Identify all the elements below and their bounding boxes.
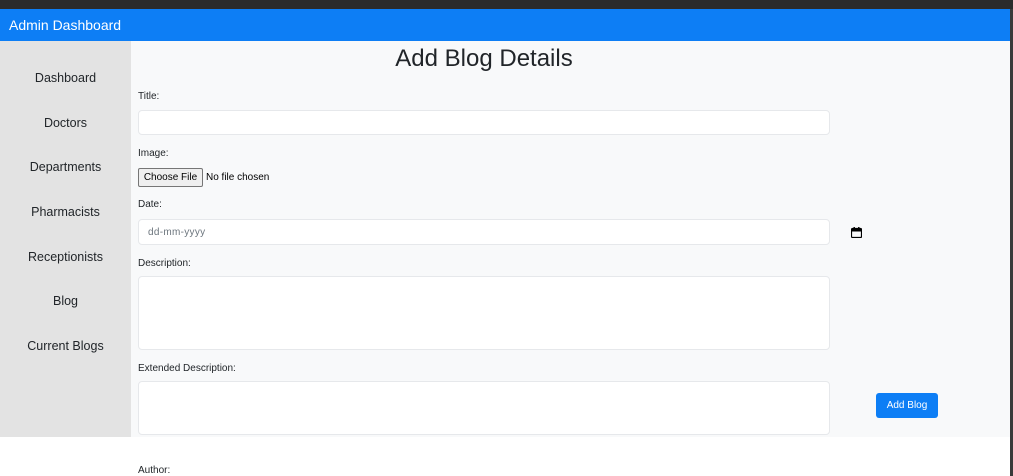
page-title: Add Blog Details (395, 45, 573, 72)
image-label: Image: (138, 148, 169, 159)
calendar-icon[interactable] (851, 227, 862, 238)
date-label: Date: (138, 199, 162, 210)
add-blog-button[interactable]: Add Blog (876, 393, 938, 418)
title-input[interactable] (138, 110, 830, 135)
sidebar-item-departments[interactable]: Departments (0, 160, 131, 174)
window-top-strip (0, 0, 1013, 9)
sidebar-item-current-blogs[interactable]: Current Blogs (0, 339, 131, 353)
date-input[interactable]: dd-mm-yyyy (138, 219, 830, 245)
sidebar-nav: Dashboard Doctors Departments Pharmacist… (0, 41, 131, 437)
sidebar-item-pharmacists[interactable]: Pharmacists (0, 205, 131, 219)
extended-description-textarea[interactable] (138, 381, 830, 435)
date-placeholder: dd-mm-yyyy (148, 227, 206, 238)
sidebar-item-receptionists[interactable]: Receptionists (0, 250, 131, 264)
sidebar-item-doctors[interactable]: Doctors (0, 116, 131, 130)
description-label: Description: (138, 258, 191, 269)
choose-file-button[interactable]: Choose File (138, 168, 203, 187)
sidebar-item-dashboard[interactable]: Dashboard (0, 71, 131, 85)
extended-description-label: Extended Description: (138, 363, 236, 374)
title-label: Title: (138, 91, 160, 102)
description-textarea[interactable] (138, 276, 830, 350)
file-status-text: No file chosen (206, 172, 270, 183)
author-label: Author: (138, 465, 171, 476)
sidebar-item-blog[interactable]: Blog (0, 294, 131, 308)
blog-form: Add Blog Details Title: Image: Choose Fi… (131, 41, 1010, 437)
app-title: Admin Dashboard (9, 17, 122, 33)
app-header: Admin Dashboard (0, 9, 1013, 41)
